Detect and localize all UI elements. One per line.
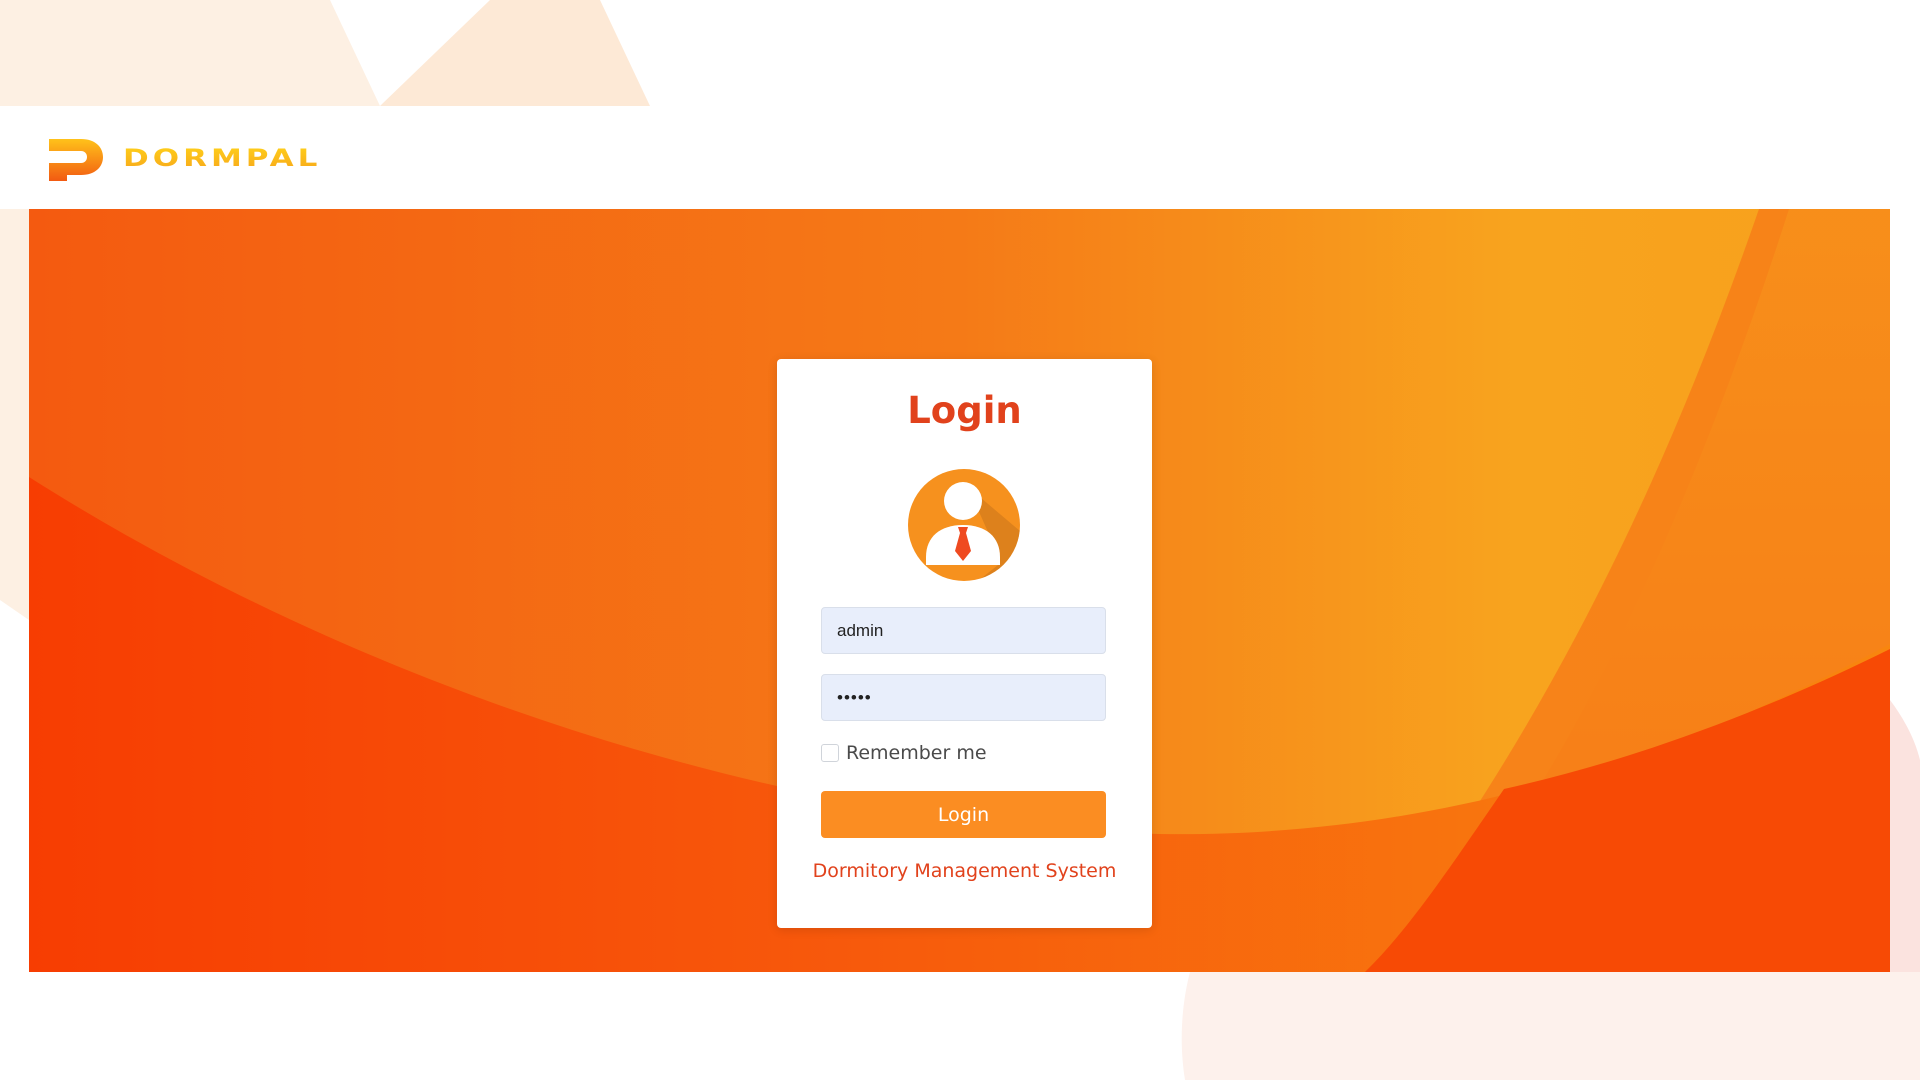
login-title: Login [907, 389, 1022, 432]
remember-me-label: Remember me [846, 742, 987, 764]
user-avatar-icon [908, 469, 1020, 581]
username-input[interactable] [821, 607, 1106, 654]
remember-me-checkbox[interactable] [821, 744, 839, 762]
top-header: DORMPAL [29, 106, 1890, 209]
login-page: DORMPAL Login admin Remember me Login Do… [0, 0, 1920, 1080]
brand-name: DORMPAL [123, 143, 322, 172]
dormitory-management-system-link[interactable]: Dormitory Management System [777, 860, 1152, 882]
remember-me-toggle[interactable]: Remember me [821, 742, 987, 764]
password-input[interactable] [821, 674, 1106, 721]
dormpal-logo-icon [49, 138, 103, 181]
brand[interactable]: DORMPAL [47, 128, 321, 188]
login-button[interactable]: Login [821, 791, 1106, 838]
login-card: Login Remember me Login Dormitory Manage… [777, 359, 1152, 928]
